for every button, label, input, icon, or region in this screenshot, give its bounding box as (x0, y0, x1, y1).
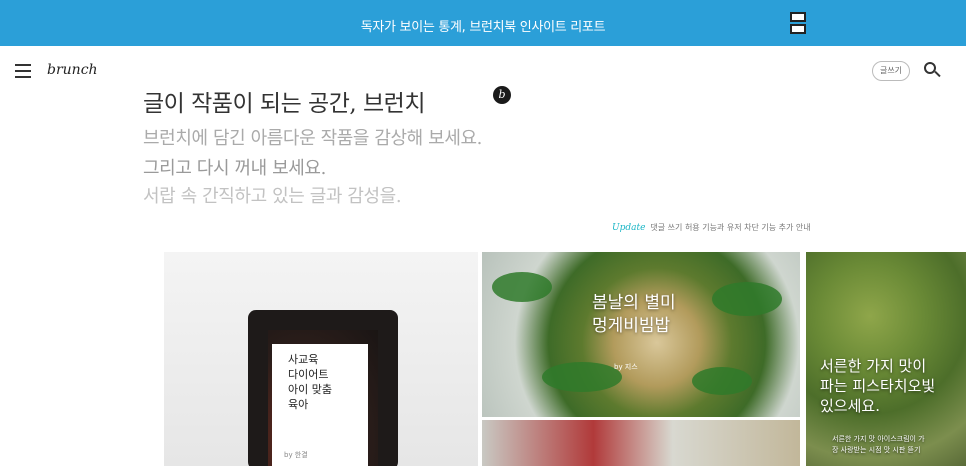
hero-line: 그리고 다시 꺼내 보세요. (143, 158, 326, 179)
search-icon[interactable] (921, 59, 943, 81)
hero-section: 글이 작품이 되는 공간, 브런치 b 브런치에 담긴 아름다운 작품을 감상해… (143, 82, 579, 217)
article-card[interactable]: 서른한 가지 맛이 파는 피스타치오빛 있으세요. 서른한 가지 맛 아이스크림… (806, 252, 966, 466)
card-title-box: 사교육 다이어트 아이 맞춤 육아 by 한결 (272, 344, 368, 466)
hero-title: 글이 작품이 되는 공간, 브런치 (143, 91, 425, 117)
promo-close-icon[interactable] (790, 12, 808, 36)
card-author: by 지스 (614, 363, 638, 371)
article-card[interactable] (482, 420, 800, 466)
article-card[interactable]: 사교육 다이어트 아이 맞춤 육아 by 한결 (164, 252, 478, 466)
pen-icon: b (493, 86, 511, 104)
update-text[interactable]: 댓글 쓰기 허용 기능과 유저 차단 기능 추가 안내 (650, 223, 810, 232)
menu-icon[interactable] (12, 60, 36, 82)
brunch-logo[interactable]: brunch (47, 62, 98, 78)
promo-banner[interactable]: 독자가 보이는 통계, 브런치북 인사이트 리포트 (0, 0, 966, 46)
write-button[interactable]: 글쓰기 (872, 61, 910, 81)
promo-text[interactable]: 독자가 보이는 통계, 브런치북 인사이트 리포트 (0, 16, 966, 35)
card-title[interactable]: 사교육 다이어트 아이 맞춤 육아 (288, 352, 368, 412)
card-title[interactable]: 서른한 가지 맛이 파는 피스타치오빛 있으세요. (820, 356, 935, 416)
update-tag: Update (612, 223, 646, 233)
card-subtitle: 서른한 가지 맛 아이스크림이 가 장 사랑받는 시점 맛 시판 뜯기 (832, 435, 925, 454)
article-card[interactable]: 봄날의 별미 멍게비빔밥 by 지스 (482, 252, 800, 417)
hero-line: 서랍 속 간직하고 있는 글과 감성을. (143, 186, 402, 207)
card-title[interactable]: 봄날의 별미 멍게비빔밥 (592, 292, 676, 338)
hero-line: 브런치에 담긴 아름다운 작품을 감상해 보세요. (143, 128, 482, 149)
card-author: by 한결 (284, 451, 308, 459)
update-notice[interactable]: Update 댓글 쓰기 허용 기능과 유저 차단 기능 추가 안내 (612, 222, 811, 233)
